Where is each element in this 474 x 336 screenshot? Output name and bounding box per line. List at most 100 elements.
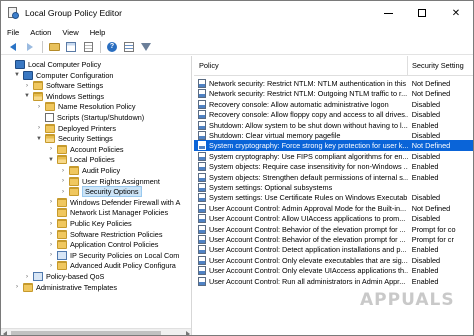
tree-item-label: Deployed Printers [58,123,116,133]
tree-item[interactable]: ▼ Windows Settings [23,91,104,102]
back-button[interactable] [6,40,20,53]
tree-item[interactable]: ▼ Security Settings [35,133,113,144]
menu-view[interactable]: View [62,28,78,37]
forward-button[interactable] [23,40,37,53]
filter-button[interactable] [139,40,153,53]
policy-row[interactable]: System objects: Strengthen default permi… [194,172,473,183]
policy-row[interactable]: User Account Control: Allow UIAccess app… [194,213,473,224]
tree-expander-icon[interactable]: › [47,145,55,153]
menu-help[interactable]: Help [90,28,106,37]
folder-icon [33,91,43,101]
tree-expander-icon[interactable]: › [47,230,55,238]
tree-expander-icon[interactable] [47,209,55,217]
tree-expander-icon[interactable]: › [59,177,67,185]
policy-setting-icon [198,110,206,120]
policy-setting-icon [198,245,206,255]
tree-item[interactable]: Network List Manager Policies [47,207,168,218]
tree-expander-icon[interactable]: › [47,241,55,249]
tree-expander-icon[interactable]: › [47,262,55,270]
tree-item[interactable]: ▼ Computer Configuration [13,70,113,81]
tree-item[interactable]: Local Computer Policy [5,59,101,70]
policy-name: System settings: Optional subsystems [209,183,333,192]
menu-action[interactable]: Action [30,28,51,37]
policy-row[interactable]: Recovery console: Allow automatic admini… [194,99,473,110]
tree-item[interactable]: › Public Key Policies [47,218,132,229]
up-folder-button[interactable] [47,40,61,53]
tree-item[interactable]: › Policy-based QoS [23,271,104,282]
console-tree[interactable]: Local Computer Policy ▼ Computer Configura… [1,56,192,335]
menu-bar: File Action View Help [1,25,473,39]
policy-row[interactable]: Shutdown: Clear virtual memory pagefile D… [194,130,473,141]
tree-item[interactable]: › Account Policies [47,144,124,155]
help-button[interactable]: ? [105,40,119,53]
tree-item[interactable]: › Software Restriction Policies [47,229,162,240]
close-button[interactable]: ✕ [439,1,473,25]
policy-row[interactable]: User Account Control: Only elevate execu… [194,255,473,266]
tree-expander-icon[interactable]: › [23,82,31,90]
policy-row[interactable]: System cryptography: Use FIPS compliant … [194,151,473,162]
policy-setting-icon [198,79,206,88]
policy-row[interactable]: User Account Control: Detect application… [194,244,473,255]
maximize-button[interactable] [405,1,439,25]
menu-file[interactable]: File [7,28,19,37]
minimize-button[interactable] [371,1,405,25]
tree-item[interactable]: › Software Settings [23,80,103,91]
security-setting-value: Enabled [411,266,439,276]
tree-expander-icon[interactable]: › [35,124,43,132]
scroll-left-icon[interactable] [3,331,7,335]
title-bar[interactable]: Local Group Policy Editor ✕ [1,1,473,25]
policy-setting-icon [198,99,206,109]
tree-expander-icon[interactable]: ▼ [23,92,31,100]
column-header-policy[interactable]: Policy [194,56,408,76]
policy-row[interactable]: User Account Control: Behavior of the el… [194,234,473,245]
policy-row[interactable]: User Account Control: Only elevate UIAcc… [194,265,473,276]
export-list-button[interactable] [81,40,95,53]
policy-row[interactable]: Shutdown: Allow system to be shut down w… [194,120,473,131]
show-hide-tree-button[interactable] [64,40,78,53]
policy-setting-icon [198,266,206,276]
tree-item[interactable]: › Application Control Policies [47,239,158,250]
policy-row[interactable]: Network security: Restrict NTLM: NTLM au… [194,78,473,89]
policy-row[interactable]: System cryptography: Force strong key pr… [194,140,473,152]
column-header-security-setting[interactable]: Security Setting [408,56,473,76]
tree-item[interactable]: › Name Resolution Policy [35,101,135,112]
policy-row[interactable]: System objects: Require case insensitivi… [194,161,473,172]
tree-item[interactable]: › Advanced Audit Policy Configura [47,260,176,271]
tree-item-label: Public Key Policies [70,219,132,228]
policy-row[interactable]: User Account Control: Admin Approval Mod… [194,203,473,214]
policy-row[interactable]: Network security: Restrict NTLM: Outgoin… [194,88,473,99]
tree-expander-icon[interactable] [35,114,43,122]
tree-expander-icon[interactable]: ▼ [13,71,21,79]
tree-horizontal-scrollbar[interactable] [1,328,191,335]
tree-item[interactable]: › Windows Defender Firewall with A [47,197,180,208]
policy-row[interactable]: User Account Control: Behavior of the el… [194,224,473,235]
tree-expander-icon[interactable]: › [59,188,67,196]
scrollbar-thumb[interactable] [11,331,161,335]
tree-expander-icon[interactable]: › [35,103,43,111]
tree-expander-icon[interactable]: › [47,251,55,259]
tree-expander-icon[interactable]: › [59,167,67,175]
tree-item[interactable]: ▼ Local Policies [47,154,115,165]
tree-expander-icon[interactable]: › [23,273,31,281]
policy-row[interactable]: System settings: Optional subsystems [194,182,473,193]
tree-expander-icon[interactable]: › [47,220,55,228]
policy-name: Shutdown: Allow system to be shut down w… [209,120,408,130]
tree-item[interactable]: › Security Options [59,186,142,198]
tree-item[interactable]: Scripts (Startup/Shutdown) [35,112,144,123]
policy-row[interactable]: Recovery console: Allow floppy copy and … [194,109,473,120]
tree-expander-icon[interactable]: › [13,283,21,291]
policy-name: Network security: Restrict NTLM: NTLM au… [209,79,408,88]
tree-expander-icon[interactable]: ▼ [35,135,43,143]
policy-row[interactable]: System settings: Use Certificate Rules o… [194,192,473,203]
tree-expander-icon[interactable] [5,61,13,69]
tree-item[interactable]: › IP Security Policies on Local Com [47,250,179,261]
tree-item[interactable]: › Administrative Templates [13,282,117,293]
scroll-right-icon[interactable] [186,331,190,335]
policy-row[interactable]: User Account Control: Run all administra… [194,276,473,287]
tree-item[interactable]: › User Rights Assignment [59,176,160,187]
tree-item[interactable]: › Audit Policy [59,165,120,176]
tree-expander-icon[interactable]: ▼ [47,156,55,164]
tree-item[interactable]: › Deployed Printers [35,123,116,134]
properties-button[interactable] [122,40,136,53]
tree-expander-icon[interactable]: › [47,198,55,206]
